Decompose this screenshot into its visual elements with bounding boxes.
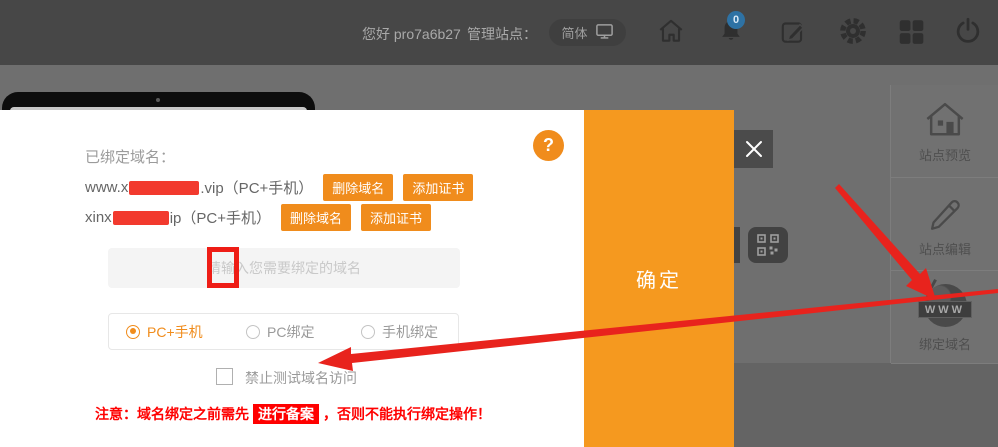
home-icon[interactable] (656, 16, 686, 46)
domain-text: ip（PC+手机） (170, 207, 271, 228)
www-globe-icon: WWW (918, 281, 972, 329)
www-icon-text: WWW (918, 301, 972, 318)
sidebar-item-site-edit[interactable]: 站点编辑 (891, 178, 998, 271)
edit-icon[interactable] (778, 16, 808, 46)
redaction-scribble (113, 211, 169, 225)
sidebar-item-label: 站点编辑 (919, 239, 971, 258)
help-icon[interactable]: ? (533, 130, 564, 161)
sidebar-item-label: 站点预览 (919, 145, 971, 164)
site-tools-sidebar: 站点预览 站点编辑 WWW 绑定域名 (890, 85, 998, 363)
binding-note: 注意：域名绑定之前需先进行备案，否则不能执行绑定操作！ (95, 404, 491, 424)
radio-label: PC+手机 (147, 322, 203, 342)
tablet-camera-dot (156, 98, 160, 102)
topbar: 您好 pro7a6b27 管理站点： 简体 0 (0, 0, 998, 65)
filing-link[interactable]: 进行备案 (253, 404, 319, 424)
radio-dot (126, 325, 140, 339)
domain-input[interactable] (108, 248, 460, 288)
delete-domain-button[interactable]: 删除域名 (323, 174, 393, 201)
language-switch-button[interactable]: 简体 (549, 19, 626, 46)
delete-domain-button[interactable]: 删除域名 (281, 204, 351, 231)
domain-text: .vip（PC+手机） (200, 177, 313, 198)
manage-site-label: 管理站点： (467, 24, 537, 44)
apps-grid-icon[interactable] (896, 16, 926, 46)
add-certificate-button[interactable]: 添加证书 (361, 204, 431, 231)
forbid-test-domain-label[interactable]: 禁止测试域名访问 (245, 368, 357, 388)
bound-domain-row: xinx ip（PC+手机） 删除域名 添加证书 (85, 204, 431, 231)
redaction-scribble (129, 181, 199, 195)
power-icon[interactable] (953, 16, 983, 46)
notification-badge: 0 (727, 11, 745, 29)
domain-text: xinx (85, 209, 112, 226)
bind-mode-group: PC+手机 PC绑定 手机绑定 (108, 313, 459, 350)
close-icon[interactable] (734, 130, 773, 168)
greeting-text: 您好 pro7a6b27 (362, 24, 461, 44)
bound-domain-row: www.x .vip（PC+手机） 删除域名 添加证书 (85, 174, 473, 201)
radio-pc-and-mobile[interactable]: PC+手机 (126, 314, 203, 349)
note-suffix: ，否则不能执行绑定操作！ (323, 406, 491, 422)
language-label: 简体 (561, 23, 587, 42)
sidebar-item-site-preview[interactable]: 站点预览 (891, 85, 998, 178)
sidebar-item-label: 绑定域名 (919, 334, 971, 353)
radio-dot (246, 325, 260, 339)
radio-label: 手机绑定 (382, 322, 438, 342)
radio-dot (361, 325, 375, 339)
app-root: 您好 pro7a6b27 管理站点： 简体 0 (0, 0, 998, 447)
note-prefix: 注意：域名绑定之前需先 (95, 406, 249, 422)
add-certificate-button[interactable]: 添加证书 (403, 174, 473, 201)
monitor-icon (595, 22, 614, 43)
settings-gear-icon[interactable] (838, 16, 868, 46)
radio-pc-only[interactable]: PC绑定 (246, 314, 314, 349)
home-preview-icon (922, 98, 968, 140)
radio-mobile-only[interactable]: 手机绑定 (361, 314, 438, 349)
confirm-button[interactable]: 确定 (584, 110, 734, 447)
bind-domain-dialog: ? 已绑定域名： www.x .vip（PC+手机） 删除域名 添加证书 xinx… (0, 110, 584, 447)
radio-label: PC绑定 (267, 322, 314, 342)
bound-domains-label: 已绑定域名： (85, 146, 175, 167)
qr-code-icon[interactable] (748, 227, 788, 263)
sidebar-item-bind-domain[interactable]: WWW 绑定域名 (891, 271, 998, 364)
pencil-icon (923, 190, 967, 234)
domain-text: www.x (85, 179, 128, 196)
forbid-test-domain-checkbox[interactable] (216, 368, 233, 385)
